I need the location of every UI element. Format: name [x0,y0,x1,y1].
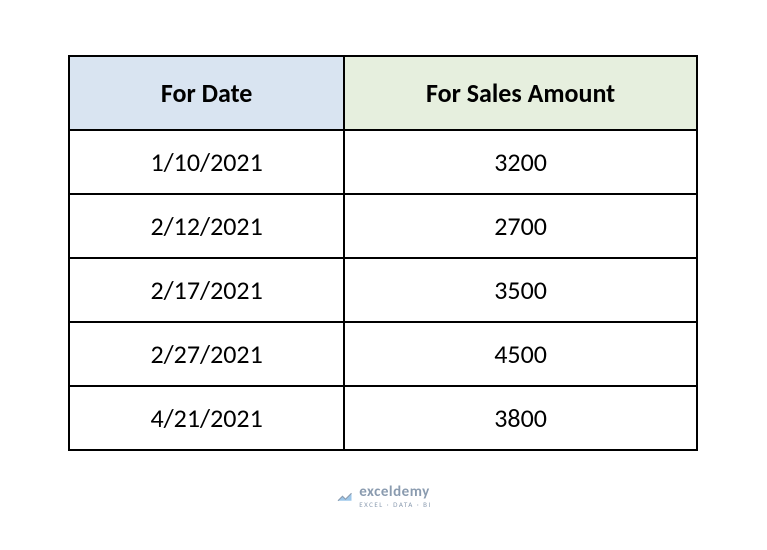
logo-icon [335,488,353,506]
cell-sales: 2700 [344,194,697,258]
header-date: For Date [69,56,344,130]
table-row: 1/10/2021 3200 [69,130,697,194]
header-row: For Date For Sales Amount [69,56,697,130]
data-table: For Date For Sales Amount 1/10/2021 3200… [68,55,698,451]
table-row: 2/27/2021 4500 [69,322,697,386]
cell-date: 2/27/2021 [69,322,344,386]
header-sales: For Sales Amount [344,56,697,130]
table-row: 2/12/2021 2700 [69,194,697,258]
cell-sales: 3200 [344,130,697,194]
watermark: exceldemy EXCEL · DATA · BI [335,485,432,508]
cell-date: 2/12/2021 [69,194,344,258]
cell-date: 4/21/2021 [69,386,344,450]
data-table-container: For Date For Sales Amount 1/10/2021 3200… [68,55,698,451]
cell-sales: 3500 [344,258,697,322]
table-row: 2/17/2021 3500 [69,258,697,322]
watermark-brand: exceldemy [359,485,432,500]
watermark-tagline: EXCEL · DATA · BI [359,501,432,508]
cell-sales: 3800 [344,386,697,450]
cell-date: 2/17/2021 [69,258,344,322]
cell-sales: 4500 [344,322,697,386]
watermark-text: exceldemy EXCEL · DATA · BI [359,485,432,508]
table-row: 4/21/2021 3800 [69,386,697,450]
cell-date: 1/10/2021 [69,130,344,194]
